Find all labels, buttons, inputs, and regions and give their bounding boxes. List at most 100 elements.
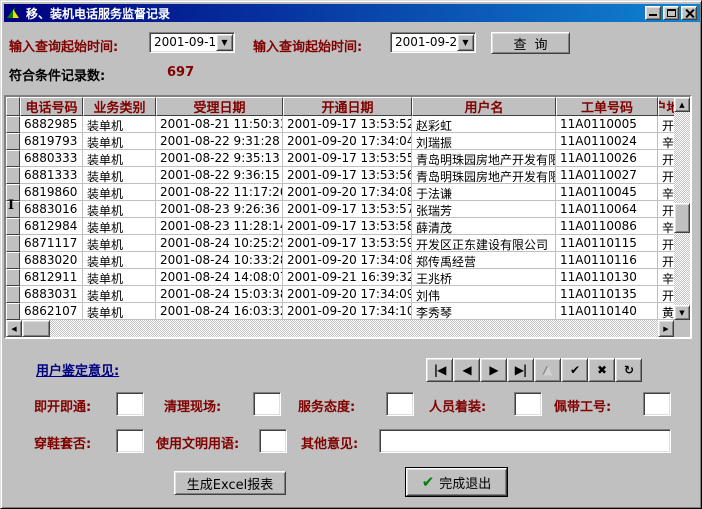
table-cell[interactable]: 装单机 [83,150,156,167]
column-header[interactable]: 工单号码 [556,97,658,116]
table-row[interactable]: 6881333装单机2001-08-22 9:36:152001-09-17 1… [6,167,674,184]
table-cell[interactable]: 装单机 [83,269,156,286]
table-cell[interactable]: 2001-09-17 13:53:57 [283,201,412,218]
table-cell[interactable]: 11A0110045 [556,184,658,201]
table-cell[interactable]: 6880333 [20,150,83,167]
table-cell[interactable]: 李秀琴 [412,303,556,320]
table-cell[interactable]: 11A0110130 [556,269,658,286]
table-cell[interactable]: 装单机 [83,286,156,303]
table-cell[interactable]: 装单机 [83,303,156,320]
table-cell[interactable]: 11A0110026 [556,150,658,167]
minimize-button[interactable] [645,6,661,20]
table-cell[interactable]: 2001-09-17 13:53:52 [283,116,412,133]
table-cell[interactable]: 开发 [658,235,674,252]
table-cell[interactable]: 装单机 [83,116,156,133]
table-cell[interactable]: 2001-09-17 13:53:58 [283,218,412,235]
scroll-up-button[interactable]: ▲ [674,97,690,112]
table-cell[interactable]: 2001-09-20 17:34:10 [283,303,412,320]
other-opinion-field[interactable] [379,429,671,453]
scroll-right-button[interactable]: ▶ [658,320,674,337]
row-selector[interactable] [6,269,20,286]
table-cell[interactable]: 2001-08-23 11:28:14 [156,218,283,235]
table-row[interactable]: 6882985装单机2001-08-21 11:50:332001-09-17 … [6,116,674,133]
table-cell[interactable]: 6812911 [20,269,83,286]
table-cell[interactable]: 开发 [658,252,674,269]
horizontal-scrollbar[interactable]: ◀ ▶ [6,320,674,337]
table-row[interactable]: 6862107装单机2001-08-24 16:03:322001-09-20 … [6,303,674,320]
table-cell[interactable]: 装单机 [83,167,156,184]
table-row[interactable]: 6880333装单机2001-08-22 9:35:132001-09-17 1… [6,150,674,167]
table-row[interactable]: 6871117装单机2001-08-24 10:25:252001-09-17 … [6,235,674,252]
table-cell[interactable]: 刘伟 [412,286,556,303]
table-row[interactable]: 6883020装单机2001-08-24 10:33:282001-09-20 … [6,252,674,269]
table-cell[interactable]: 装单机 [83,184,156,201]
table-cell[interactable]: 黄岛 [658,303,674,320]
table-cell[interactable]: 青岛明珠园房地产开发有限 [412,167,556,184]
table-cell[interactable]: 装单机 [83,235,156,252]
table-cell[interactable]: 2001-09-20 17:34:08 [283,252,412,269]
badge-field[interactable] [643,392,671,416]
table-cell[interactable]: 6871117 [20,235,83,252]
table-row[interactable]: 6812984装单机2001-08-23 11:28:142001-09-17 … [6,218,674,235]
nav-cancel-button[interactable]: ✖ [588,358,615,382]
table-cell[interactable]: 6883020 [20,252,83,269]
table-cell[interactable]: 11A0110005 [556,116,658,133]
table-cell[interactable]: 张瑞芳 [412,201,556,218]
table-cell[interactable]: 6812984 [20,218,83,235]
vertical-scrollbar[interactable]: ▲ ▼ [674,97,690,320]
table-cell[interactable]: 开发 [658,150,674,167]
table-cell[interactable]: 6883031 [20,286,83,303]
maximize-button[interactable] [663,6,679,20]
table-cell[interactable]: 辛家 [658,218,674,235]
table-cell[interactable]: 2001-09-17 13:53:59 [283,235,412,252]
table-cell[interactable]: 2001-09-17 13:53:55 [283,150,412,167]
table-cell[interactable]: 于法谦 [412,184,556,201]
title-bar[interactable]: 移、装机电话服务监督记录 [4,4,700,22]
row-selector[interactable] [6,150,20,167]
start-date-dropdown-button[interactable]: ▼ [216,34,233,51]
table-cell[interactable]: 6819793 [20,133,83,150]
uniform-field[interactable] [514,392,542,416]
table-cell[interactable]: 2001-08-24 10:25:25 [156,235,283,252]
table-cell[interactable]: 2001-08-21 11:50:33 [156,116,283,133]
table-cell[interactable]: 2001-08-24 15:03:38 [156,286,283,303]
table-cell[interactable]: 开发区正东建设有限公司 [412,235,556,252]
table-cell[interactable]: 11A0110086 [556,218,658,235]
table-cell[interactable]: 11A0110135 [556,286,658,303]
search-button[interactable]: 查询 [491,32,570,54]
table-cell[interactable]: 辛家 [658,133,674,150]
column-header[interactable]: 开通日期 [283,97,412,116]
row-selector[interactable] [6,167,20,184]
horizontal-scroll-thumb[interactable] [22,320,50,337]
table-cell[interactable]: 2001-09-21 16:39:32 [283,269,412,286]
row-selector[interactable] [6,116,20,133]
table-cell[interactable]: 2001-08-22 9:31:28 [156,133,283,150]
table-cell[interactable]: 王兆桥 [412,269,556,286]
scroll-left-button[interactable]: ◀ [6,320,22,337]
generate-excel-button[interactable]: 生成Excel报表 [174,471,286,495]
table-cell[interactable]: 开发 [658,201,674,218]
table-cell[interactable]: 6819860 [20,184,83,201]
nav-refresh-button[interactable]: ↻ [615,358,642,382]
row-selector[interactable] [6,286,20,303]
table-cell[interactable]: 2001-08-22 11:17:20 [156,184,283,201]
row-selector[interactable] [6,303,20,320]
table-cell[interactable]: 郑传禹经营 [412,252,556,269]
table-cell[interactable]: 青岛明珠园房地产开发有限 [412,150,556,167]
nav-post-button[interactable]: ✔ [561,358,588,382]
end-date-combobox[interactable]: 2001-09-23 ▼ [390,32,476,53]
table-cell[interactable]: 开发 [658,286,674,303]
polite-language-field[interactable] [259,429,287,453]
row-selector[interactable] [6,252,20,269]
table-cell[interactable]: 2001-08-24 14:08:07 [156,269,283,286]
row-selector[interactable] [6,235,20,252]
clean-site-field[interactable] [253,392,281,416]
table-cell[interactable]: 开发 [658,116,674,133]
table-cell[interactable]: 装单机 [83,252,156,269]
table-cell[interactable]: 2001-08-22 9:36:15 [156,167,283,184]
row-selector[interactable] [6,133,20,150]
nav-last-button[interactable]: ▶| [507,358,534,382]
close-button[interactable] [681,6,697,20]
finish-exit-button[interactable]: ✔ 完成退出 [406,468,507,496]
nav-next-button[interactable]: ▶ [480,358,507,382]
